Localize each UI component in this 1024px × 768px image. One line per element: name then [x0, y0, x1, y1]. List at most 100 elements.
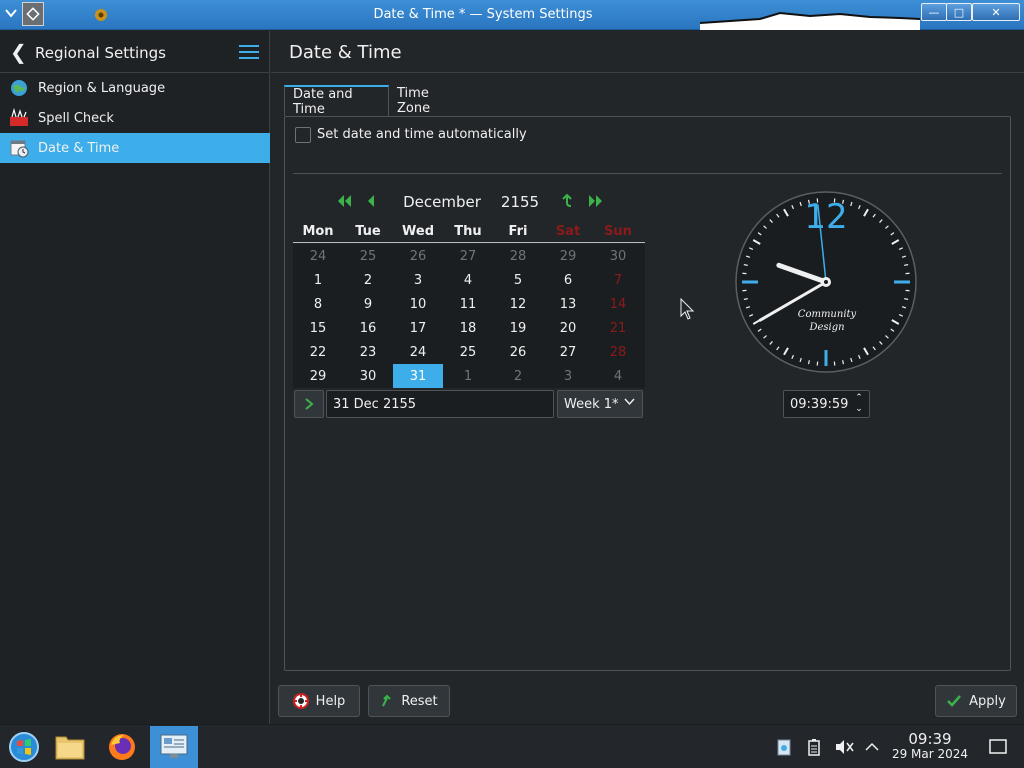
- time-input[interactable]: 09:39:59 ⌃ ⌄: [783, 390, 870, 418]
- calendar-day[interactable]: 29: [293, 364, 343, 388]
- calendar-day[interactable]: 11: [443, 292, 493, 316]
- apply-button[interactable]: Apply: [935, 685, 1017, 717]
- calendar-day[interactable]: 4: [443, 268, 493, 292]
- next-month-button[interactable]: [587, 192, 605, 210]
- today-button[interactable]: [558, 192, 576, 210]
- chevron-down-icon: [624, 396, 635, 410]
- titlebar-decoration: [700, 11, 920, 30]
- weekday-sat: Sat: [555, 224, 581, 239]
- clock-tick: [842, 360, 845, 365]
- taskbar: [0, 724, 1024, 768]
- page-header: Date & Time: [271, 31, 1024, 73]
- calendar-day[interactable]: 1: [293, 268, 343, 292]
- go-to-date-button[interactable]: [294, 390, 324, 418]
- reset-button[interactable]: Reset: [368, 685, 450, 717]
- volume-muted-icon[interactable]: [834, 737, 854, 757]
- calendar-day[interactable]: 21: [593, 316, 643, 340]
- separator: [293, 173, 1002, 174]
- calendar-month[interactable]: December: [398, 193, 486, 211]
- calendar-day[interactable]: 30: [593, 244, 643, 268]
- clock-brand-line2: Design: [808, 322, 844, 333]
- taskbar-clock[interactable]: 09:39 29 Mar 2024: [888, 731, 972, 761]
- minimize-button[interactable]: —: [921, 3, 947, 21]
- sidebar-item-label: Spell Check: [38, 110, 114, 126]
- calendar-day[interactable]: 19: [493, 316, 543, 340]
- calendar-day[interactable]: 30: [343, 364, 393, 388]
- tab-date-and-time[interactable]: Date and Time: [284, 85, 389, 117]
- previous-year-button[interactable]: [335, 192, 353, 210]
- tab-time-zone[interactable]: Time Zone: [389, 85, 471, 116]
- calendar-day[interactable]: 24: [293, 244, 343, 268]
- file-manager-icon[interactable]: [46, 726, 94, 768]
- calendar-day[interactable]: 27: [543, 340, 593, 364]
- calendar-day[interactable]: 1: [443, 364, 493, 388]
- sidebar-item-date-time[interactable]: Date & Time: [0, 133, 270, 163]
- clock-tick: [743, 298, 748, 301]
- calendar-day[interactable]: 3: [393, 268, 443, 292]
- spell-check-icon: [8, 107, 30, 129]
- sidebar: ❮ Regional Settings Region & Language Sp…: [0, 31, 270, 724]
- window-titlebar[interactable]: Date & Time * — System Settings — □ ✕: [0, 0, 1024, 30]
- calendar-day[interactable]: 26: [393, 244, 443, 268]
- calendar-day[interactable]: 3: [543, 364, 593, 388]
- calendar-day[interactable]: 14: [593, 292, 643, 316]
- calendar-day[interactable]: 20: [543, 316, 593, 340]
- hamburger-menu-icon[interactable]: [239, 45, 259, 59]
- calendar-day[interactable]: 15: [293, 316, 343, 340]
- clipboard-tray-icon[interactable]: [774, 737, 794, 757]
- calendar-day[interactable]: 29: [543, 244, 593, 268]
- calendar-day[interactable]: 22: [293, 340, 343, 364]
- calendar-day[interactable]: 27: [443, 244, 493, 268]
- calendar-day[interactable]: 25: [443, 340, 493, 364]
- previous-month-button[interactable]: [362, 192, 380, 210]
- auto-time-checkbox[interactable]: [295, 127, 311, 143]
- firefox-icon[interactable]: [98, 726, 146, 768]
- system-settings-icon[interactable]: [150, 726, 198, 768]
- maximize-button[interactable]: □: [946, 3, 972, 21]
- calendar-day[interactable]: 17: [393, 316, 443, 340]
- calendar-grid: 24 25 26 27 28 29 30 1 2 3 4 5 6 7 8 9 1…: [293, 244, 645, 388]
- calendar-day[interactable]: 23: [343, 340, 393, 364]
- calendar-day[interactable]: 18: [443, 316, 493, 340]
- back-icon[interactable]: ❮: [10, 40, 27, 64]
- calendar-day-selected[interactable]: 31: [393, 364, 443, 388]
- calendar-day[interactable]: 2: [493, 364, 543, 388]
- calendar-day[interactable]: 8: [293, 292, 343, 316]
- calendar-day[interactable]: 24: [393, 340, 443, 364]
- sidebar-item-region-language[interactable]: Region & Language: [0, 73, 270, 103]
- help-button[interactable]: Help: [278, 685, 360, 717]
- calendar-day[interactable]: 10: [393, 292, 443, 316]
- week-select[interactable]: Week 1*: [557, 390, 643, 418]
- calendar-weekday-header: Mon Tue Wed Thu Fri Sat Sun: [293, 221, 645, 243]
- calendar-day[interactable]: 12: [493, 292, 543, 316]
- taskbar-date: 29 Mar 2024: [891, 747, 969, 761]
- calendar-day[interactable]: 26: [493, 340, 543, 364]
- close-button[interactable]: ✕: [972, 3, 1020, 21]
- clock-tick: [807, 360, 810, 365]
- auto-time-label[interactable]: Set date and time automatically: [317, 127, 527, 142]
- calendar-day[interactable]: 16: [343, 316, 393, 340]
- calendar-day[interactable]: 5: [493, 268, 543, 292]
- calendar-year[interactable]: 2155: [498, 193, 542, 211]
- show-desktop-icon[interactable]: [988, 737, 1008, 757]
- globe-icon: [8, 77, 30, 99]
- calendar-day[interactable]: 7: [593, 268, 643, 292]
- calendar-day[interactable]: 9: [343, 292, 393, 316]
- start-menu-icon[interactable]: [0, 726, 48, 768]
- date-input[interactable]: 31 Dec 2155: [326, 390, 554, 418]
- calendar-day[interactable]: 25: [343, 244, 393, 268]
- calendar-day[interactable]: 6: [543, 268, 593, 292]
- battery-tray-icon[interactable]: [804, 737, 824, 757]
- sidebar-item-spell-check[interactable]: Spell Check: [0, 103, 270, 133]
- calendar-day[interactable]: 28: [593, 340, 643, 364]
- calendar-day[interactable]: 13: [543, 292, 593, 316]
- calendar-clock-icon: [8, 137, 30, 159]
- return-arrow-icon: [562, 194, 572, 207]
- calendar-day[interactable]: 2: [343, 268, 393, 292]
- calendar-day[interactable]: 28: [493, 244, 543, 268]
- time-spinner[interactable]: ⌃ ⌄: [853, 393, 865, 415]
- chevron-up-icon[interactable]: [862, 737, 882, 757]
- calendar-day[interactable]: 4: [593, 364, 643, 388]
- sidebar-item-label: Region & Language: [38, 80, 166, 96]
- weekday-fri: Fri: [508, 224, 528, 239]
